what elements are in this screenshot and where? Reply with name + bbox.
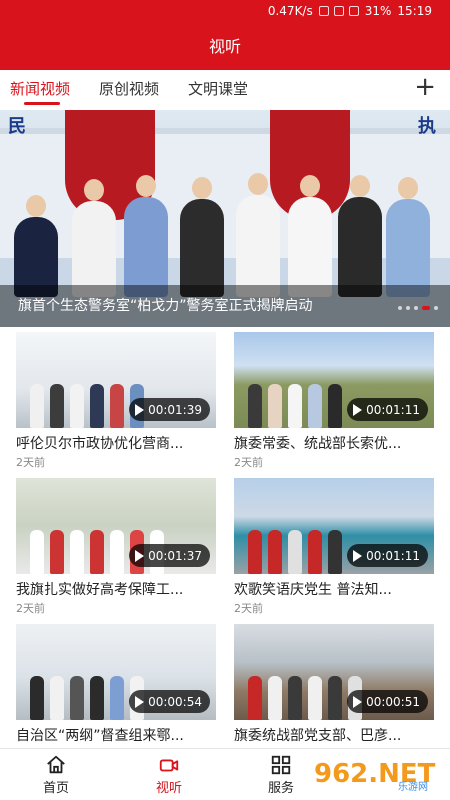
watermark-logo: 962.NET 乐游网	[306, 754, 444, 793]
video-card[interactable]: 00:00:54 自治区“两纲”督查组来鄂...	[16, 619, 216, 760]
battery-percent: 31%	[364, 4, 392, 18]
tab-civilization-class[interactable]: 文明课堂	[188, 78, 248, 99]
play-icon	[135, 549, 145, 562]
banner-carousel[interactable]: 民 执 旗首个生态警务室“柏戈力”警务室正式揭牌启动	[0, 110, 450, 327]
banner-person	[180, 177, 224, 297]
nav-label: 首页	[42, 781, 69, 796]
nav-video[interactable]: 视听	[129, 754, 209, 796]
status-icons	[318, 6, 359, 16]
video-title: 自治区“两纲”督查组来鄂...	[16, 728, 184, 744]
video-thumbnail: 00:01:39	[16, 332, 216, 428]
duration-text: 00:01:11	[366, 548, 420, 563]
video-thumbnail: 00:00:54	[16, 624, 216, 720]
banner-caption: 旗首个生态警务室“柏戈力”警务室正式揭牌启动	[0, 285, 450, 327]
nav-home[interactable]: 首页	[16, 754, 96, 796]
play-icon	[135, 403, 145, 416]
video-thumbnail: 00:00:51	[234, 624, 434, 720]
video-card[interactable]: 00:01:37 我旗扎实做好高考保障工... 2天前	[16, 473, 216, 615]
video-thumbnail: 00:01:37	[16, 478, 216, 574]
carousel-indicator	[398, 306, 438, 310]
category-tabs: 新闻视频 原创视频 文明课堂 +	[0, 70, 450, 110]
nav-label: 服务	[267, 781, 294, 796]
status-bar: 0.47K/s 31% 15:19	[0, 0, 450, 24]
carousel-dot-active	[422, 306, 430, 310]
video-thumbnail: 00:01:11	[234, 478, 434, 574]
video-date: 2天前	[16, 602, 45, 615]
tab-active-indicator	[24, 102, 60, 105]
bluetooth-icon	[318, 6, 329, 16]
carousel-dot	[398, 306, 402, 310]
banner-sign-right: 执	[418, 116, 436, 137]
plus-icon[interactable]: +	[414, 74, 436, 100]
tab-label: 新闻视频	[10, 80, 71, 98]
video-card[interactable]: 00:01:11 欢歌笑语庆党生 普法知... 2天前	[234, 473, 434, 615]
banner-person	[72, 179, 116, 297]
carousel-dot	[434, 306, 438, 310]
banner-person	[124, 175, 168, 297]
duration-badge: 00:00:51	[347, 690, 428, 713]
net-speed: 0.47K/s	[267, 4, 313, 18]
duration-text: 00:01:11	[366, 402, 420, 417]
video-grid: 00:01:39 呼伦贝尔市政协优化营商... 2天前 00:01:11 旗委常…	[0, 327, 450, 747]
video-date: 2天前	[234, 456, 263, 469]
play-icon	[135, 695, 145, 708]
tab-news-video[interactable]: 新闻视频	[10, 78, 71, 105]
banner-person	[386, 177, 430, 297]
duration-badge: 00:01:11	[347, 544, 428, 567]
banner-person	[288, 175, 332, 297]
carousel-dot	[406, 306, 410, 310]
video-thumbnail: 00:01:11	[234, 332, 434, 428]
clock: 15:19	[397, 4, 432, 18]
play-icon	[353, 695, 363, 708]
video-card[interactable]: 00:00:51 旗委统战部党支部、巴彦...	[234, 619, 434, 760]
tab-label: 原创视频	[99, 80, 160, 98]
video-icon	[159, 759, 179, 772]
duration-badge: 00:01:11	[347, 398, 428, 421]
video-card[interactable]: 00:01:11 旗委常委、统战部长索优... 2天前	[234, 327, 434, 469]
home-icon	[47, 755, 65, 774]
duration-badge: 00:01:39	[129, 398, 210, 421]
video-title: 我旗扎实做好高考保障工...	[16, 582, 184, 598]
carousel-dot	[414, 306, 418, 310]
duration-text: 00:00:54	[148, 694, 202, 709]
video-date: 2天前	[234, 602, 263, 615]
duration-text: 00:01:37	[148, 548, 202, 563]
watermark-subtext: 乐游网	[398, 780, 428, 793]
app-title: 视听	[0, 24, 450, 70]
duration-badge: 00:01:37	[129, 544, 210, 567]
duration-text: 00:01:39	[148, 402, 202, 417]
video-title: 旗委统战部党支部、巴彦...	[234, 728, 402, 744]
duration-badge: 00:00:54	[129, 690, 210, 713]
play-icon	[353, 549, 363, 562]
banner-sign-left: 民	[8, 116, 26, 137]
video-title: 旗委常委、统战部长索优...	[234, 436, 402, 452]
video-title: 欢歌笑语庆党生 普法知...	[234, 582, 392, 598]
nav-label: 视听	[155, 781, 182, 796]
duration-text: 00:00:51	[366, 694, 420, 709]
status-right: 0.47K/s 31% 15:19	[268, 4, 432, 18]
banner-person	[236, 173, 280, 297]
video-title: 呼伦贝尔市政协优化营商...	[16, 436, 184, 452]
banner-person	[338, 175, 382, 297]
video-date: 2天前	[16, 456, 45, 469]
video-card[interactable]: 00:01:39 呼伦贝尔市政协优化营商... 2天前	[16, 327, 216, 469]
play-icon	[353, 403, 363, 416]
wifi-icon	[333, 6, 344, 16]
tab-label: 文明课堂	[188, 80, 249, 98]
grid-icon	[271, 755, 291, 775]
signal-icon	[348, 6, 359, 16]
tab-original-video[interactable]: 原创视频	[99, 78, 159, 99]
